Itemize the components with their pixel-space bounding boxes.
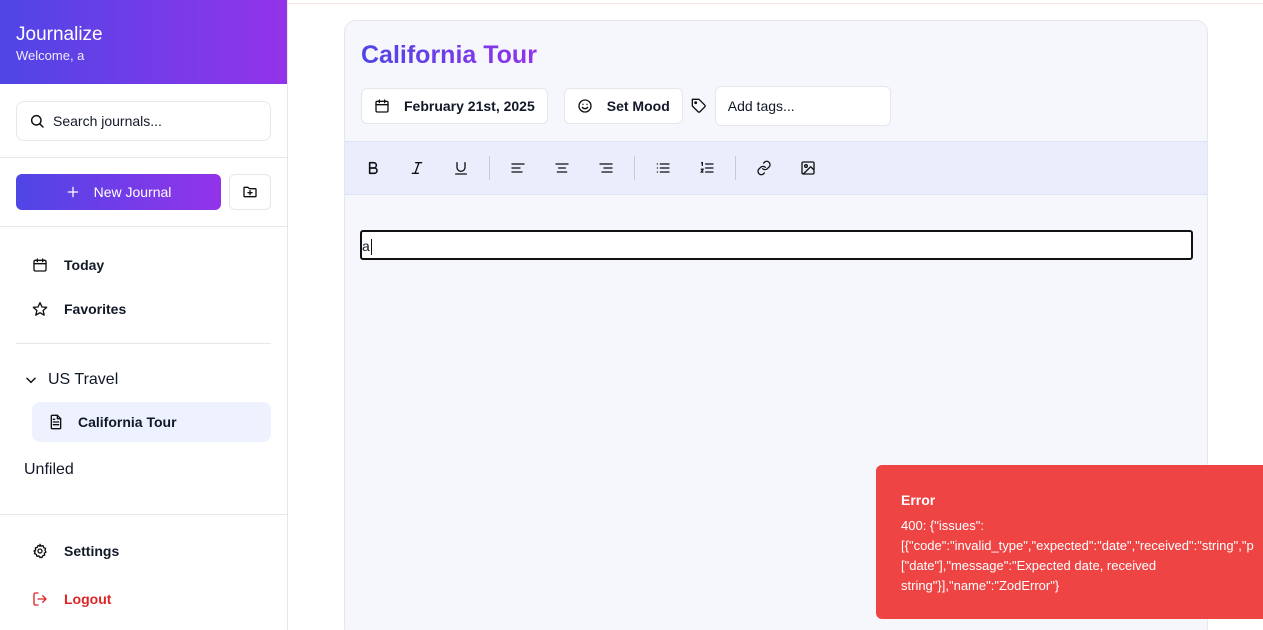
link-button[interactable]: [748, 152, 780, 184]
tags-field: [691, 86, 891, 126]
editor-toolbar: [345, 141, 1207, 195]
folder-name: US Travel: [48, 371, 119, 388]
new-folder-button[interactable]: [229, 174, 271, 210]
document-icon: [48, 414, 64, 430]
new-journal-label: New Journal: [93, 184, 172, 200]
italic-button[interactable]: [401, 152, 433, 184]
link-icon: [756, 160, 772, 176]
star-icon: [32, 301, 48, 317]
search-box[interactable]: [16, 101, 271, 141]
journal-item-label: California Tour: [78, 414, 177, 430]
gear-icon: [32, 543, 48, 559]
bullet-list-button[interactable]: [647, 152, 679, 184]
ordered-list-icon: [699, 160, 715, 176]
align-left-button[interactable]: [502, 152, 534, 184]
brand-header: Journalize Welcome, a: [0, 0, 287, 84]
welcome-text: Welcome, a: [16, 48, 85, 63]
italic-icon: [409, 160, 425, 176]
sidebar-bottom: Settings Logout: [0, 514, 287, 623]
toolbar-divider: [489, 156, 490, 180]
sidebar-item-settings[interactable]: Settings: [16, 527, 271, 575]
chevron-down-icon: [24, 373, 38, 387]
ordered-list-button[interactable]: [691, 152, 723, 184]
actions-row: New Journal: [0, 158, 287, 227]
toolbar-divider: [634, 156, 635, 180]
journal-title[interactable]: California Tour: [361, 41, 537, 70]
sidebar-item-favorites[interactable]: Favorites: [16, 287, 271, 331]
plus-icon: [66, 185, 80, 199]
sidebar: Journalize Welcome, a New Journal: [0, 0, 288, 630]
bold-icon: [365, 160, 381, 176]
mood-label: Set Mood: [606, 98, 670, 114]
editor-content[interactable]: a: [360, 230, 1193, 260]
sidebar-item-label: Settings: [64, 543, 120, 559]
bold-button[interactable]: [357, 152, 389, 184]
sidebar-nav: Today Favorites US Travel California Tou…: [0, 227, 287, 498]
toast-message: 400: {"issues": [{"code":"invalid_type",…: [901, 518, 1254, 593]
align-center-icon: [554, 160, 570, 176]
sidebar-item-label: Favorites: [64, 301, 127, 317]
bullet-list-icon: [655, 160, 671, 176]
smile-icon: [577, 98, 593, 114]
editor-text: a: [362, 238, 370, 254]
align-left-icon: [510, 160, 526, 176]
new-journal-button[interactable]: New Journal: [16, 174, 221, 210]
toolbar-divider: [735, 156, 736, 180]
align-right-icon: [598, 160, 614, 176]
search-input[interactable]: [53, 113, 253, 129]
sidebar-item-label: Today: [64, 257, 105, 273]
sidebar-item-today[interactable]: Today: [16, 243, 271, 287]
error-toast[interactable]: Error 400: {"issues": [{"code":"invalid_…: [876, 465, 1263, 619]
folder-us-travel[interactable]: US Travel: [16, 358, 271, 402]
calendar-icon: [32, 257, 48, 273]
folder-plus-icon: [242, 184, 258, 200]
divider: [16, 343, 271, 344]
align-center-button[interactable]: [546, 152, 578, 184]
underline-button[interactable]: [445, 152, 477, 184]
app-title: Journalize: [16, 24, 103, 45]
set-mood-button[interactable]: Set Mood: [563, 88, 683, 124]
image-icon: [800, 160, 816, 176]
unfiled-section[interactable]: Unfiled: [16, 442, 271, 498]
tags-input[interactable]: [714, 86, 891, 126]
date-picker-button[interactable]: February 21st, 2025: [361, 88, 548, 124]
entry-meta-row: February 21st, 2025 Set Mood: [361, 86, 891, 126]
logout-label: Logout: [64, 591, 112, 607]
image-button[interactable]: [792, 152, 824, 184]
toast-title: Error: [901, 492, 936, 508]
top-border: [288, 0, 1263, 4]
underline-icon: [453, 160, 469, 176]
align-right-button[interactable]: [590, 152, 622, 184]
tag-icon: [691, 98, 707, 114]
text-caret: [370, 239, 372, 256]
logout-icon: [32, 591, 48, 607]
date-label: February 21st, 2025: [404, 98, 535, 114]
search-icon: [29, 113, 45, 129]
search-section: [0, 84, 287, 158]
logout-button[interactable]: Logout: [16, 575, 271, 623]
journal-item-california-tour[interactable]: California Tour: [32, 402, 271, 442]
calendar-icon: [374, 98, 390, 114]
